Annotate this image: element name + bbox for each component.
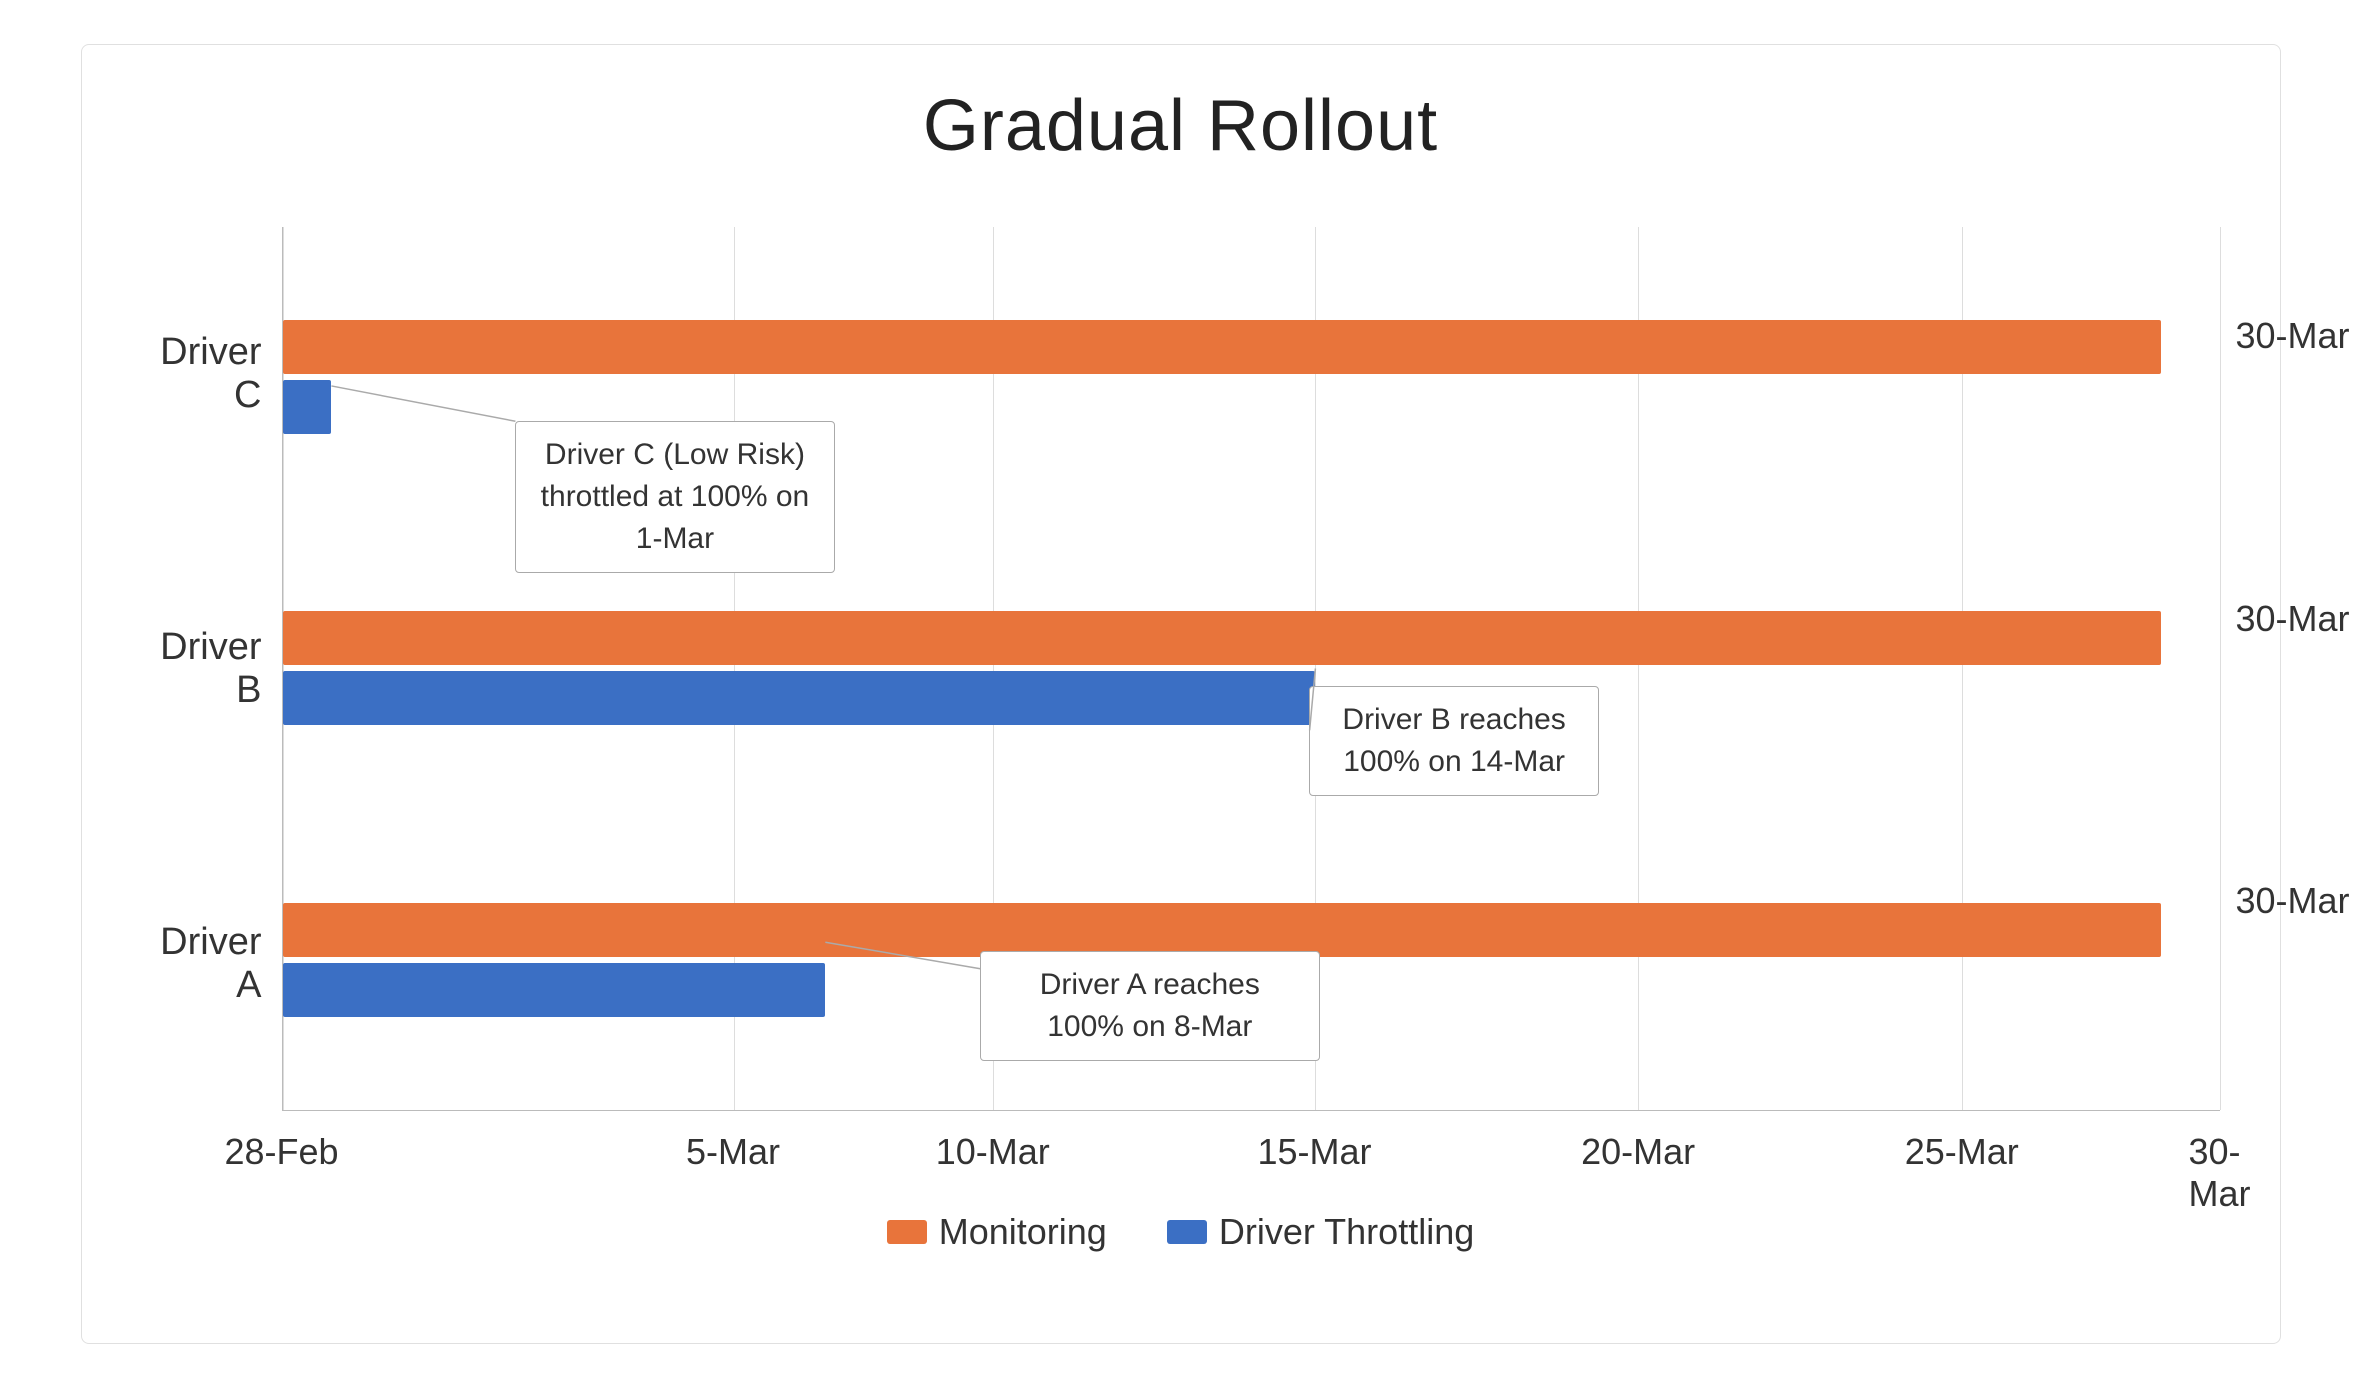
y-axis-labels: Driver C Driver B Driver A [142,227,282,1191]
right-label-c: 30-Mar [2235,315,2349,357]
y-label-driver-c: Driver C [142,331,282,417]
bar-a-monitoring [283,903,2162,957]
bar-track-a-orange [283,903,2220,957]
x-label-20mar: 20-Mar [1581,1131,1695,1173]
x-axis: 28-Feb 5-Mar 10-Mar 15-Mar 20-Mar 25-Mar… [282,1111,2220,1191]
legend-monitoring: Monitoring [887,1211,1107,1253]
grid-bars: 30-Mar 30-Mar 30-Mar Driver C (Low Risk)… [282,227,2220,1111]
bar-row-driver-c [283,245,2220,510]
x-label-30mar: 30-Mar [2189,1131,2251,1215]
chart-plot-area: 30-Mar 30-Mar 30-Mar Driver C (Low Risk)… [282,227,2220,1191]
bar-c-monitoring [283,320,2162,374]
y-label-driver-b: Driver B [142,626,282,712]
legend-throttling: Driver Throttling [1167,1211,1474,1253]
y-label-driver-a: Driver A [142,921,282,1007]
legend-label-throttling: Driver Throttling [1219,1211,1474,1253]
grid-line-30mar [2220,227,2221,1110]
x-label-28feb: 28-Feb [224,1131,338,1173]
bar-track-a-blue [283,963,2220,1017]
x-label-15mar: 15-Mar [1257,1131,1371,1173]
chart-body: Driver C Driver B Driver A [142,227,2220,1191]
x-label-10mar: 10-Mar [936,1131,1050,1173]
legend-swatch-orange [887,1220,927,1244]
bar-track-c-blue [283,380,2220,434]
bar-row-driver-b [283,536,2220,801]
bar-b-throttling [283,671,1315,725]
bar-b-monitoring [283,611,2162,665]
chart-container: Gradual Rollout Driver C Driver B Driver… [81,44,2281,1344]
bar-c-throttling [283,380,331,434]
bar-a-throttling [283,963,825,1017]
bar-track-c-orange [283,320,2220,374]
right-label-a: 30-Mar [2235,880,2349,922]
chart-title: Gradual Rollout [142,85,2220,167]
chart-legend: Monitoring Driver Throttling [142,1211,2220,1263]
x-label-25mar: 25-Mar [1905,1131,2019,1173]
legend-swatch-blue [1167,1220,1207,1244]
x-label-5mar: 5-Mar [686,1131,780,1173]
bar-track-b-blue [283,671,2220,725]
bar-row-driver-a [283,827,2220,1092]
legend-label-monitoring: Monitoring [939,1211,1107,1253]
bar-track-b-orange [283,611,2220,665]
right-label-b: 30-Mar [2235,598,2349,640]
